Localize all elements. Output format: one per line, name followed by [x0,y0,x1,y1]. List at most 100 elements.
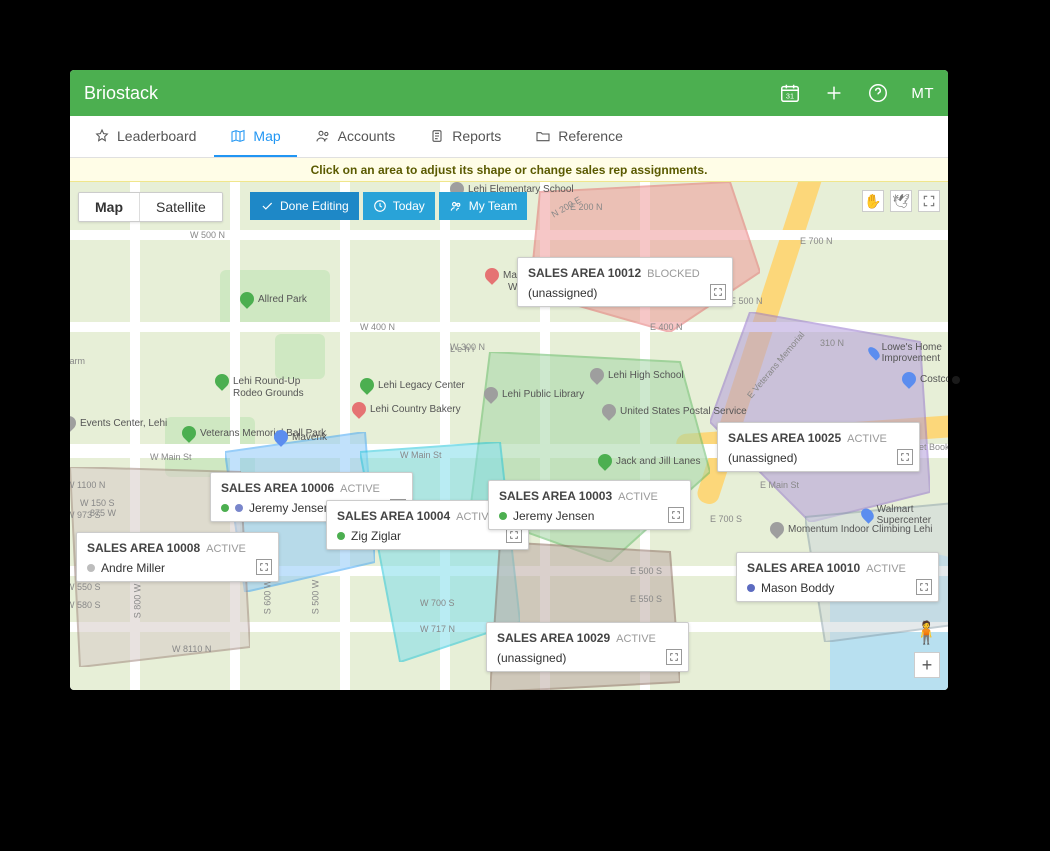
expand-icon[interactable] [897,449,913,465]
expand-icon[interactable] [256,559,272,575]
clock-icon [373,199,387,213]
check-icon [260,199,274,213]
road-label: E 500 N [730,296,763,306]
my-team-button[interactable]: My Team [439,192,527,220]
road-label: E 400 N [650,322,683,332]
assignee-name: Andre Miller [101,561,165,575]
assignee-name: Zig Ziglar [351,529,401,543]
assignee-color-dot [499,512,507,520]
zoom-in-button[interactable]: + [914,652,940,678]
area-status: ACTIVE [866,563,906,575]
road-label: W 500 N [190,230,225,240]
area-assignee: Zig Ziglar [337,529,496,543]
road-label: W 700 S [420,598,455,608]
area-card[interactable]: SALES AREA 10025ACTIVE(unassigned) [717,422,920,472]
map-type-satellite[interactable]: Satellite [139,193,222,221]
area-card[interactable]: SALES AREA 10008ACTIVEAndre Miller [76,532,279,582]
road-label: 310 N [820,338,844,348]
app-screen: Briostack 31 MT [70,70,948,690]
tab-accounts[interactable]: Accounts [299,116,412,157]
road-label: W 580 S [70,600,101,610]
expand-icon[interactable] [710,284,726,300]
tab-label: Reference [558,128,623,144]
assignee-color-dot [221,504,229,512]
road-label: W 1100 N [70,480,105,490]
road-label: W Main St [400,450,442,460]
app-header: Briostack 31 MT [70,70,948,116]
road-label: Farm [70,356,85,366]
bird-icon[interactable]: 🕊 [890,190,912,212]
today-button[interactable]: Today [363,192,435,220]
assignee-name: Mason Boddy [761,581,834,595]
road-label: W 300 N [450,342,485,352]
area-card[interactable]: SALES AREA 10012 BLOCKED (unassigned) [517,257,733,307]
expand-icon[interactable] [666,649,682,665]
svg-text:31: 31 [786,92,794,101]
area-status: BLOCKED [647,268,700,280]
user-initials[interactable]: MT [911,85,934,102]
poi-marker: Costco [902,372,948,386]
poi-marker: Lowe's Home Improvement [870,342,948,364]
poi-marker: Momentum Indoor Climbing Lehi [770,522,933,536]
area-title: SALES AREA 10004 [337,509,450,523]
tab-label: Map [253,128,280,144]
expand-icon[interactable] [916,579,932,595]
map-icon [230,128,246,144]
tab-reference[interactable]: Reference [519,116,639,157]
map-top-right-controls: ✋ 🕊 [862,190,940,212]
assignee-color-dot [747,584,755,592]
tab-label: Reports [452,128,501,144]
map-type-toggle: Map Satellite [78,192,223,222]
area-assignee: (unassigned) [497,651,656,665]
road-label: W 400 N [360,322,395,332]
area-card[interactable]: SALES AREA 10003ACTIVEJeremy Jensen [488,480,691,530]
assignee-name: Jeremy Jensen [513,509,594,523]
map-type-map[interactable]: Map [79,193,139,221]
poi-marker: United States Postal Service [602,404,747,418]
road-label: S 500 W [310,580,320,615]
area-status: ACTIVE [616,633,656,645]
area-assignee: (unassigned) [528,286,700,300]
poi-marker: Lehi High School [590,368,684,382]
area-title: SALES AREA 10008 [87,541,200,555]
area-card[interactable]: SALES AREA 10010ACTIVEMason Boddy [736,552,939,602]
plus-icon[interactable] [823,82,845,104]
hand-tool-icon[interactable]: ✋ [862,190,884,212]
area-title: SALES AREA 10006 [221,481,334,495]
help-icon[interactable] [867,82,889,104]
road-label: S 800 W [132,584,142,619]
area-title: SALES AREA 10012 [528,266,641,280]
poi-marker: Maverik [274,430,327,444]
area-title: SALES AREA 10025 [728,431,841,445]
tab-reports[interactable]: Reports [413,116,517,157]
tab-label: Leaderboard [117,128,196,144]
poi-marker: Lehi Public Library [484,387,584,401]
tab-map[interactable]: Map [214,116,296,157]
btn-label: Today [393,199,425,213]
pegman-icon[interactable]: 🧍 [913,620,940,646]
area-assignee: Andre Miller [87,561,246,575]
road-label: W 8110 N [172,644,211,654]
road-label: W 717 N [420,624,455,634]
done-editing-button[interactable]: Done Editing [250,192,359,220]
assignee-color-dot [235,504,243,512]
area-status: ACTIVE [847,433,887,445]
calendar-icon[interactable]: 31 [779,82,801,104]
road-label: W 150 S [80,498,115,508]
poi-marker: Lehi Legacy Center [360,378,465,392]
btn-label: Done Editing [280,199,349,213]
folder-icon [535,128,551,144]
area-assignee: Mason Boddy [747,581,906,595]
area-card[interactable]: SALES AREA 10029 ACTIVE (unassigned) [486,622,689,672]
area-status: ACTIVE [618,491,658,503]
area-assignee: Jeremy Jensen [499,509,658,523]
info-banner: Click on an area to adjust its shape or … [70,158,948,182]
road-label: W 973 S [70,510,101,520]
map-toolbar: Done Editing Today My Team [250,192,527,220]
tab-leaderboard[interactable]: Leaderboard [78,116,212,157]
assignee-name: Jeremy Jensen [249,501,330,515]
map-canvas[interactable]: Lehi Elementary SchoolMargarita'sWinesAl… [70,182,948,690]
fullscreen-icon[interactable] [918,190,940,212]
area-title: SALES AREA 10029 [497,631,610,645]
expand-icon[interactable] [668,507,684,523]
